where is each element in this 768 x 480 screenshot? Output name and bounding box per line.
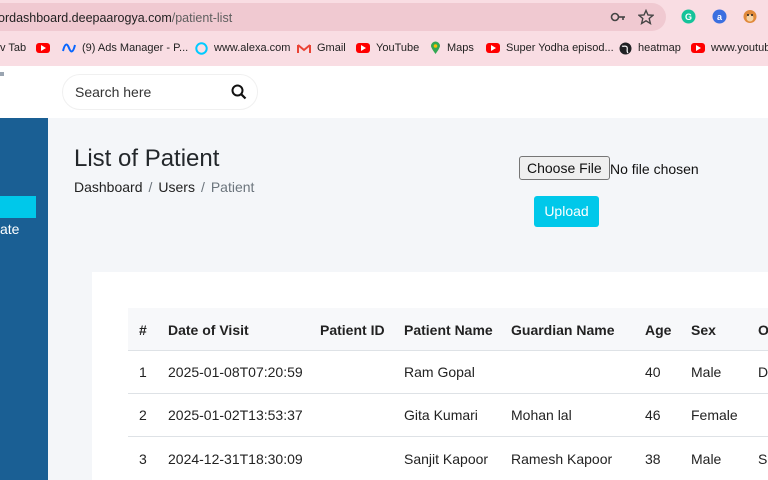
cell-overflow: D — [758, 364, 768, 380]
file-status: No file chosen — [610, 161, 699, 177]
upload-button[interactable]: Upload — [534, 196, 599, 227]
bookmark-star-icon[interactable] — [638, 9, 654, 25]
column-header-date-of-visit[interactable]: Date of Visit — [168, 322, 249, 338]
breadcrumb-patient: Patient — [210, 179, 255, 195]
cell-patient-name: Ram Gopal — [404, 364, 475, 380]
cell-index: 2 — [139, 407, 147, 423]
globe-icon — [619, 42, 632, 54]
cell-index: 1 — [139, 364, 147, 380]
cell-patient-name: Sanjit Kapoor — [404, 451, 489, 467]
logo-fragment — [0, 72, 4, 76]
bookmark-youtube-1[interactable] — [36, 41, 56, 55]
bookmark-maps[interactable]: Maps — [430, 41, 474, 55]
bookmark-youtube-3[interactable]: www.youtub — [691, 41, 768, 55]
bookmark-heatmap[interactable]: heatmap — [619, 41, 681, 55]
grammarly-extension-icon[interactable]: G — [681, 9, 696, 24]
column-header-sex[interactable]: Sex — [691, 322, 716, 338]
bookmark-alexa[interactable]: www.alexa.com — [195, 41, 290, 55]
bookmark-youtube-2[interactable]: YouTube — [356, 41, 419, 55]
cell-sex: Male — [691, 451, 722, 467]
gmail-icon — [297, 43, 311, 53]
sidebar-item-label[interactable]: ate — [0, 221, 19, 237]
column-header-overflow[interactable]: O — [758, 322, 768, 338]
column-header-patient-name[interactable]: Patient Name — [404, 322, 493, 338]
sidebar — [0, 118, 48, 480]
cell-date-of-visit: 2025-01-08T07:20:59 — [168, 364, 303, 380]
cell-age: 38 — [645, 451, 661, 467]
monkey-extension-icon[interactable] — [742, 8, 758, 24]
search-input[interactable]: Search here — [75, 84, 151, 100]
address-bar[interactable]: ordashboard.deepaarogya.com/patient-list — [0, 3, 666, 31]
extension-a-icon[interactable]: a — [712, 9, 727, 24]
youtube-icon — [356, 43, 370, 53]
cell-index: 3 — [139, 451, 147, 467]
column-header-guardian-name[interactable]: Guardian Name — [511, 322, 614, 338]
svg-text:G: G — [685, 12, 692, 22]
cell-sex: Male — [691, 364, 722, 380]
page-title: List of Patient — [74, 145, 220, 172]
alexa-icon — [195, 41, 208, 55]
cell-date-of-visit: 2024-12-31T18:30:09 — [168, 451, 303, 467]
cell-age: 46 — [645, 407, 661, 423]
password-key-icon[interactable] — [610, 10, 626, 24]
sidebar-item-active[interactable] — [0, 196, 36, 218]
cell-age: 40 — [645, 364, 661, 380]
url-text: ordashboard.deepaarogya.com/patient-list — [0, 11, 233, 25]
column-header-patient-id[interactable]: Patient ID — [320, 322, 385, 338]
breadcrumb: Dashboard / Users / Patient — [74, 179, 255, 195]
column-header-age[interactable]: Age — [645, 322, 671, 338]
youtube-icon — [691, 43, 705, 53]
choose-file-button[interactable]: Choose File — [519, 156, 610, 180]
cell-date-of-visit: 2025-01-02T13:53:37 — [168, 407, 303, 423]
table-divider — [128, 350, 768, 351]
cell-overflow: Sa — [758, 451, 768, 467]
bookmark-new-tab[interactable]: v Tab — [0, 41, 26, 55]
cell-guardian-name: Ramesh Kapoor — [511, 451, 613, 467]
search-icon[interactable] — [231, 84, 247, 100]
cell-sex: Female — [691, 407, 738, 423]
bookmark-gmail[interactable]: Gmail — [297, 41, 346, 55]
breadcrumb-users[interactable]: Users — [158, 179, 195, 195]
bookmark-ads-manager[interactable]: (9) Ads Manager - P... — [62, 41, 188, 55]
bookmark-super-yodha[interactable]: Super Yodha episod... — [486, 41, 614, 55]
cell-guardian-name: Mohan lal — [511, 407, 572, 423]
meta-icon — [62, 43, 76, 53]
column-header-index[interactable]: # — [139, 322, 147, 338]
maps-pin-icon — [431, 41, 440, 54]
cell-patient-name: Gita Kumari — [404, 407, 478, 423]
search-box[interactable]: Search here — [62, 74, 258, 110]
table-divider — [128, 436, 768, 437]
breadcrumb-dashboard[interactable]: Dashboard — [74, 179, 143, 195]
youtube-icon — [486, 43, 500, 53]
youtube-icon — [36, 43, 50, 53]
table-divider — [128, 393, 768, 394]
